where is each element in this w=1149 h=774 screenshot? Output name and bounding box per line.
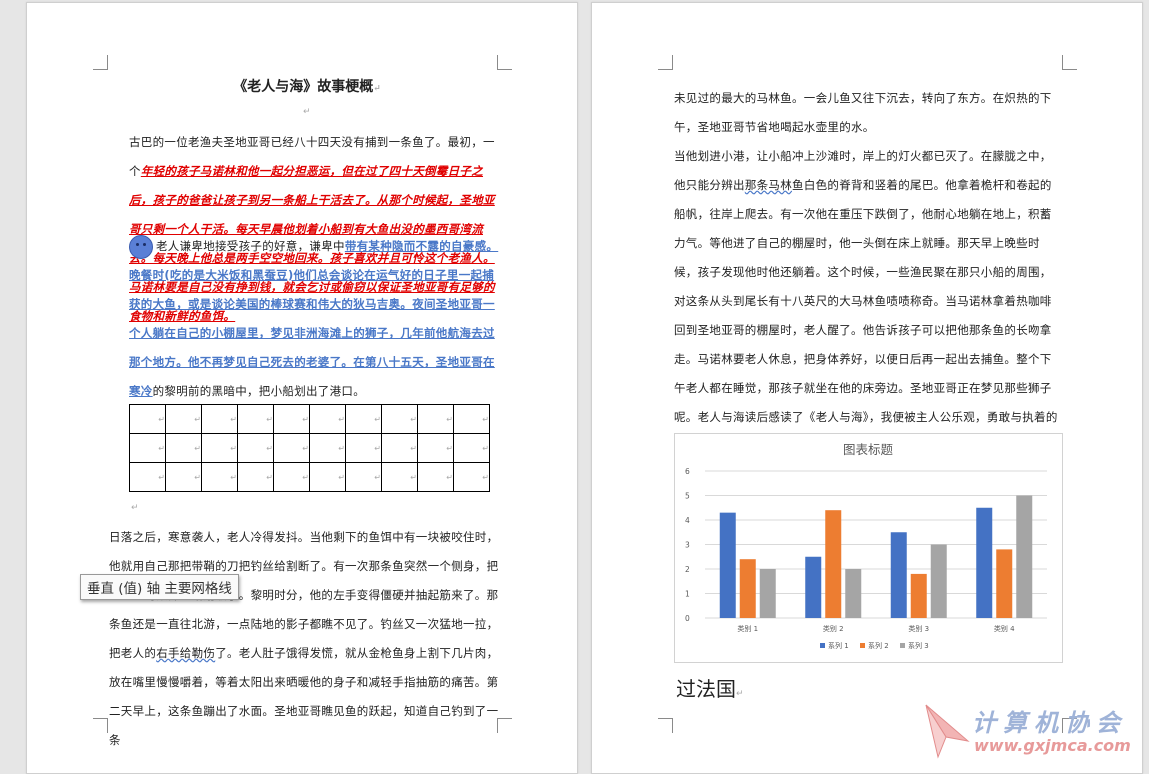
table-cell[interactable]: ↵ (129, 404, 166, 434)
table-cell[interactable]: ↵ (129, 433, 166, 463)
heading-label: 过法国 (676, 677, 736, 701)
table-cell[interactable]: ↵ (237, 433, 274, 463)
bar[interactable] (890, 532, 907, 618)
table-cell[interactable]: ↵ (417, 433, 454, 463)
right-para1-text: 未见过的最大的马林鱼。一会儿鱼又往下沉去，转向了东方。在炽热的下午，圣地亚哥节省… (674, 91, 1052, 134)
x-tick-label[interactable]: 类别 4 (994, 624, 1015, 633)
table-cell[interactable]: ↵ (273, 404, 310, 434)
table-cell[interactable]: ↵ (345, 462, 382, 492)
table-cell[interactable]: ↵ (237, 404, 274, 434)
para2-plain-end: 的黎明前的黑暗中，把小船划出了港口。 (152, 384, 366, 398)
crop-mark (658, 718, 673, 733)
document-page-right: 未见过的最大的马林鱼。一会儿鱼又往下沉去，转向了东方。在炽热的下午，圣地亚哥节省… (591, 2, 1143, 774)
bar-chart[interactable]: 图表标题 0 1 2 3 4 5 6 类别 1 类别 2 类别 3 类别 4 系列 1 系列 2 系列 3 (675, 434, 1062, 662)
table-cell[interactable]: ↵ (165, 462, 202, 492)
chart-element-tooltip: 垂直 (值) 轴 主要网格线 (80, 574, 239, 600)
bar[interactable] (805, 556, 822, 618)
table-cell[interactable]: ↵ (309, 404, 346, 434)
right-para2-text-2: 鱼白色的脊背和竖着的尾巴。他拿着桅杆和卷起的船帆，往岸上爬去。有一次他在重压下跌… (674, 178, 1058, 453)
paragraph-3[interactable]: 日落之后，寒意袭人，老人冷得发抖。当他剩下的鱼饵中有一块被咬住时，他就用自己那把… (109, 523, 499, 755)
table-cell[interactable]: ↵ (381, 462, 418, 492)
y-tick-label[interactable]: 0 (685, 614, 690, 623)
bar[interactable] (996, 549, 1013, 618)
bar[interactable] (759, 569, 776, 618)
table-cell[interactable]: ↵ (309, 462, 346, 492)
table-cell[interactable]: ↵ (417, 404, 454, 434)
table-cell[interactable]: ↵ (201, 462, 238, 492)
table-cell[interactable]: ↵ (345, 433, 382, 463)
watermark-title: 计算机协会 (972, 709, 1127, 737)
x-tick-label[interactable]: 类别 1 (737, 624, 758, 633)
table-cell[interactable]: ↵ (381, 404, 418, 434)
empty-table[interactable]: ↵ ↵ ↵ ↵ ↵ ↵ ↵ ↵ ↵ ↵ ↵ ↵ ↵ ↵ ↵ ↵ ↵ ↵ ↵ ↵ ↵ ↵ ↵ ↵ ↵ ↵ ↵ ↵ ↵ ↵ (129, 404, 490, 492)
y-tick-label[interactable]: 5 (685, 492, 690, 501)
legend-swatch[interactable] (900, 643, 905, 648)
legend-label[interactable]: 系列 3 (908, 641, 929, 650)
table-cell[interactable]: ↵ (201, 433, 238, 463)
bar[interactable] (719, 512, 736, 618)
x-tick-label[interactable]: 类别 2 (823, 624, 844, 633)
embedded-chart[interactable]: 图表标题 0 1 2 3 4 5 6 类别 1 类别 2 类别 3 类别 4 系列 1 系列 2 系列 3 (674, 433, 1063, 663)
spelling-squiggle: 右手给勒伤 (156, 646, 216, 660)
right-paragraph-2[interactable]: 当他划进小港，让小船冲上沙滩时，岸上的灯火都已灭了。在朦胧之中，他只能分辨出那条… (674, 142, 1062, 461)
document-page-left: 《老人与海》故事梗概↵ ↵ 古巴的一位老渔夫圣地亚哥已经八十四天没有捕到一条鱼了… (26, 2, 578, 774)
crop-mark (1062, 55, 1077, 70)
crop-mark (497, 55, 512, 70)
smiley-face-icon[interactable] (129, 234, 153, 259)
legend-swatch[interactable] (820, 643, 825, 648)
legend-label[interactable]: 系列 1 (828, 641, 849, 650)
right-paragraph-1[interactable]: 未见过的最大的马林鱼。一会儿鱼又往下沉去，转向了东方。在炽热的下午，圣地亚哥节省… (674, 84, 1062, 142)
legend-label[interactable]: 系列 2 (868, 641, 889, 650)
spelling-squiggle: 那条马林 (744, 178, 793, 192)
paragraph-mark: ↵ (303, 107, 311, 117)
table-cell[interactable]: ↵ (453, 433, 490, 463)
crop-mark (497, 718, 512, 733)
table-cell[interactable]: ↵ (381, 433, 418, 463)
bar[interactable] (910, 573, 927, 618)
chart-title[interactable]: 图表标题 (843, 442, 894, 457)
table-cell[interactable]: ↵ (273, 433, 310, 463)
crop-mark (93, 718, 108, 733)
legend-swatch[interactable] (860, 643, 865, 648)
table-cell[interactable]: ↵ (309, 433, 346, 463)
table-cell[interactable]: ↵ (453, 462, 490, 492)
y-tick-label[interactable]: 3 (685, 541, 690, 550)
table-cell[interactable]: ↵ (273, 462, 310, 492)
table-cell[interactable]: ↵ (165, 404, 202, 434)
bar[interactable] (976, 507, 993, 618)
paper-plane-icon (925, 704, 970, 759)
para3-text-3: 了。老人肚子饿得发慌，就从金枪鱼身上割下几片肉，放在嘴里慢慢嚼着，等着太阳出来晒… (109, 646, 499, 747)
document-title[interactable]: 《老人与海》故事梗概↵ (127, 76, 487, 96)
crop-mark (658, 55, 673, 70)
table-cell[interactable]: ↵ (201, 404, 238, 434)
title-text: 《老人与海》故事梗概 (233, 79, 374, 95)
table-cell[interactable]: ↵ (129, 462, 166, 492)
table-cell[interactable]: ↵ (237, 462, 274, 492)
table-cell[interactable]: ↵ (165, 433, 202, 463)
para2-plain-start: 老人谦卑地接受孩子的好意，谦卑中 (156, 239, 345, 253)
paragraph-mark: ↵ (131, 503, 139, 513)
crop-mark (93, 55, 108, 70)
y-tick-label[interactable]: 2 (685, 565, 690, 574)
bar[interactable] (825, 510, 842, 618)
watermark-url: www.gxjmca.com (974, 736, 1131, 755)
bar[interactable] (845, 569, 862, 618)
y-tick-label[interactable]: 1 (685, 590, 690, 599)
table-cell[interactable]: ↵ (453, 404, 490, 434)
bar[interactable] (1016, 495, 1033, 619)
bar[interactable] (930, 544, 947, 619)
watermark-logo: 计算机协会 www.gxjmca.com (922, 703, 1147, 763)
heading-text[interactable]: 过法国↵ (676, 673, 744, 702)
para2-blue-text: 带有某种隐而不露的自豪感。晚餐时(吃的是大米饭和黑蚕豆)他们总会谈论在运气好的日… (129, 239, 499, 398)
bar[interactable] (739, 559, 756, 618)
table-cell[interactable]: ↵ (417, 462, 454, 492)
y-tick-label[interactable]: 4 (685, 516, 690, 525)
x-tick-label[interactable]: 类别 3 (908, 624, 929, 633)
paragraph-2[interactable]: 老人谦卑地接受孩子的好意，谦卑中带有某种隐而不露的自豪感。晚餐时(吃的是大米饭和… (129, 232, 499, 406)
table-cell[interactable]: ↵ (345, 404, 382, 434)
y-tick-label[interactable]: 6 (685, 467, 690, 476)
